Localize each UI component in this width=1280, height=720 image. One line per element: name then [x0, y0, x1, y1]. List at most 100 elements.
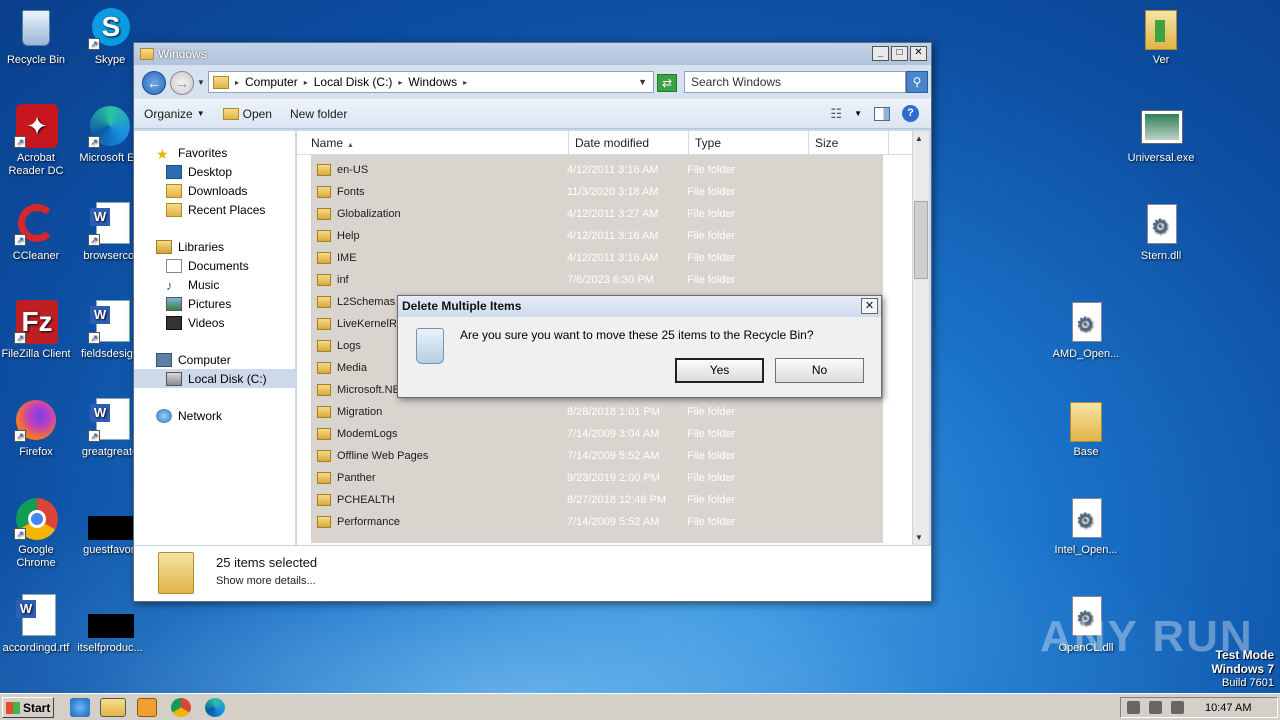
nav-network[interactable]: Network	[134, 406, 295, 425]
desktop-icon-amd-open[interactable]: ⚙ AMD_Open...	[1044, 300, 1128, 361]
nav-favorites[interactable]: ★ Favorites	[134, 143, 295, 162]
breadcrumb-local-disk[interactable]: Local Disk (C:)	[314, 75, 393, 89]
table-row[interactable]: IME 4/12/2011 3:16 AM File folder	[311, 247, 883, 269]
start-label: Start	[23, 700, 51, 715]
new-folder-button[interactable]: New folder	[290, 107, 347, 121]
search-input[interactable]: Search Windows	[684, 71, 906, 93]
refresh-button[interactable]: ⇄	[657, 74, 677, 92]
scrollbar-thumb[interactable]	[914, 201, 928, 279]
nav-pictures[interactable]: Pictures	[134, 294, 295, 313]
table-row[interactable]: PCHEALTH 8/27/2018 12:48 PM File folder	[311, 489, 883, 511]
view-options-icon[interactable]: ☷	[830, 106, 842, 122]
desktop-icon-firefox[interactable]: ↗ Firefox	[0, 398, 78, 459]
chevron-right-icon[interactable]: ▸	[304, 78, 308, 87]
maximize-button[interactable]: □	[891, 46, 908, 61]
nav-downloads[interactable]: Downloads	[134, 181, 295, 200]
desktop-icon-itselfproduc[interactable]: itselfproduc...	[68, 594, 152, 655]
table-row[interactable]: Migration 8/28/2018 1:01 PM File folder	[311, 401, 883, 423]
desktop-icon-chrome[interactable]: ↗ Google Chrome	[0, 496, 78, 570]
chevron-right-icon[interactable]: ▸	[398, 78, 402, 87]
action-center-flag-icon[interactable]	[1171, 701, 1184, 714]
folder-icon	[317, 428, 331, 440]
table-row[interactable]: Help 4/12/2011 3:16 AM File folder	[311, 225, 883, 247]
yes-button[interactable]: Yes	[675, 358, 764, 383]
desktop-icon-ccleaner[interactable]: ↗ CCleaner	[0, 202, 78, 263]
breadcrumb-windows[interactable]: Windows	[408, 75, 457, 89]
table-row[interactable]: inf 7/6/2023 6:30 PM File folder	[311, 269, 883, 291]
explorer-taskbar-icon[interactable]	[100, 698, 126, 717]
no-button[interactable]: No	[775, 358, 864, 383]
chevron-down-icon[interactable]: ▼	[854, 109, 862, 118]
pictures-icon	[166, 296, 182, 311]
internet-explorer-icon[interactable]	[70, 698, 90, 717]
nav-recent-places[interactable]: Recent Places	[134, 200, 295, 219]
scroll-up-icon[interactable]: ▲	[915, 134, 923, 143]
dialog-close-button[interactable]: ✕	[861, 298, 878, 314]
chevron-right-icon[interactable]: ▸	[463, 78, 467, 87]
nav-libraries[interactable]: Libraries	[134, 237, 295, 256]
minimize-button[interactable]: _	[872, 46, 889, 61]
desktop-icon-filezilla[interactable]: Fz ↗ FileZilla Client	[0, 300, 78, 361]
dialog-message: Are you sure you want to move these 25 i…	[460, 328, 814, 342]
column-name[interactable]: Name ▲	[297, 131, 569, 154]
volume-icon[interactable]	[1127, 701, 1140, 714]
start-button[interactable]: Start	[2, 697, 54, 718]
media-player-icon[interactable]	[137, 698, 157, 717]
desktop-icon-stern-dll[interactable]: ⚙ Stern.dll	[1119, 202, 1203, 263]
window-titlebar[interactable]: Windows _ □ ✕	[134, 43, 931, 65]
desktop-icon-universal-exe[interactable]: Universal.exe	[1119, 104, 1203, 165]
breadcrumb-computer[interactable]: Computer	[245, 75, 298, 89]
show-more-details-link[interactable]: Show more details...	[216, 575, 316, 587]
column-date-modified[interactable]: Date modified	[569, 131, 689, 154]
nav-music[interactable]: ♪ Music	[134, 275, 295, 294]
open-button[interactable]: Open	[222, 107, 272, 121]
address-bar: ← → ▼ ▸ Computer ▸ Local Disk (C:) ▸ Win…	[134, 65, 931, 99]
file-name: L2Schemas	[337, 296, 396, 308]
desktop-icon-recycle-bin[interactable]: Recycle Bin	[0, 6, 78, 67]
path-dropdown[interactable]: ▼	[638, 77, 647, 87]
nav-documents[interactable]: Documents	[134, 256, 295, 275]
vertical-scrollbar[interactable]: ▲ ▼	[912, 131, 929, 545]
preview-pane-icon[interactable]	[874, 106, 890, 121]
scroll-down-icon[interactable]: ▼	[915, 533, 923, 542]
ccleaner-icon: ↗	[14, 202, 58, 246]
desktop-icon-accordingd[interactable]: W accordingd.rtf	[0, 594, 78, 655]
edge-icon[interactable]	[205, 698, 225, 717]
nav-videos[interactable]: Videos	[134, 313, 295, 332]
table-row[interactable]: Offline Web Pages 7/14/2009 5:52 AM File f…	[311, 445, 883, 467]
table-row[interactable]: Panther 9/23/2019 2:00 PM File folder	[311, 467, 883, 489]
table-row[interactable]: Performance 7/14/2009 5:52 AM File folder	[311, 511, 883, 533]
back-button[interactable]: ←	[142, 71, 166, 95]
search-icon[interactable]: ⚲	[906, 71, 928, 93]
clock[interactable]: 10:47 AM	[1205, 702, 1251, 714]
help-icon[interactable]: ?	[902, 105, 919, 122]
music-note-icon: ♪	[166, 277, 173, 293]
table-row[interactable]: en-US 4/12/2011 3:16 AM File folder	[311, 159, 883, 181]
column-label: Name	[311, 136, 344, 150]
network-status-icon[interactable]	[1149, 701, 1162, 714]
date-modified-cell: 7/6/2023 6:30 PM	[567, 274, 654, 286]
type-cell: File folder	[687, 428, 736, 440]
breadcrumb[interactable]: ▸ Computer ▸ Local Disk (C:) ▸ Windows ▸…	[208, 71, 654, 93]
nav-computer[interactable]: Computer	[134, 350, 295, 369]
table-row[interactable]: Fonts 11/3/2020 3:18 AM File folder	[311, 181, 883, 203]
forward-button[interactable]: →	[170, 71, 194, 95]
organize-button[interactable]: Organize ▼	[144, 107, 205, 121]
recent-pages-dropdown[interactable]: ▼	[197, 78, 205, 87]
nav-local-disk[interactable]: Local Disk (C:)	[134, 369, 295, 388]
table-row[interactable]: Globalization 4/12/2011 3:27 AM File folde…	[311, 203, 883, 225]
column-type[interactable]: Type	[689, 131, 809, 154]
nav-desktop[interactable]: Desktop	[134, 162, 295, 181]
desktop-icon-base[interactable]: Base	[1044, 398, 1128, 459]
desktop-icon-intel-open[interactable]: ⚙ Intel_Open...	[1044, 496, 1128, 557]
desktop-icon-acrobat[interactable]: ✦ ↗ Acrobat Reader DC	[0, 104, 78, 178]
close-button[interactable]: ✕	[910, 46, 927, 61]
dialog-titlebar[interactable]: Delete Multiple Items ✕	[398, 296, 881, 317]
folder-icon	[317, 494, 331, 506]
column-size[interactable]: Size	[809, 131, 889, 154]
desktop-icon-ver[interactable]: Ver	[1119, 6, 1203, 67]
table-row[interactable]: ModemLogs 7/14/2009 3:04 AM File folder	[311, 423, 883, 445]
libraries-icon	[156, 239, 172, 254]
chevron-right-icon[interactable]: ▸	[235, 78, 239, 87]
chrome-icon[interactable]	[171, 698, 191, 717]
